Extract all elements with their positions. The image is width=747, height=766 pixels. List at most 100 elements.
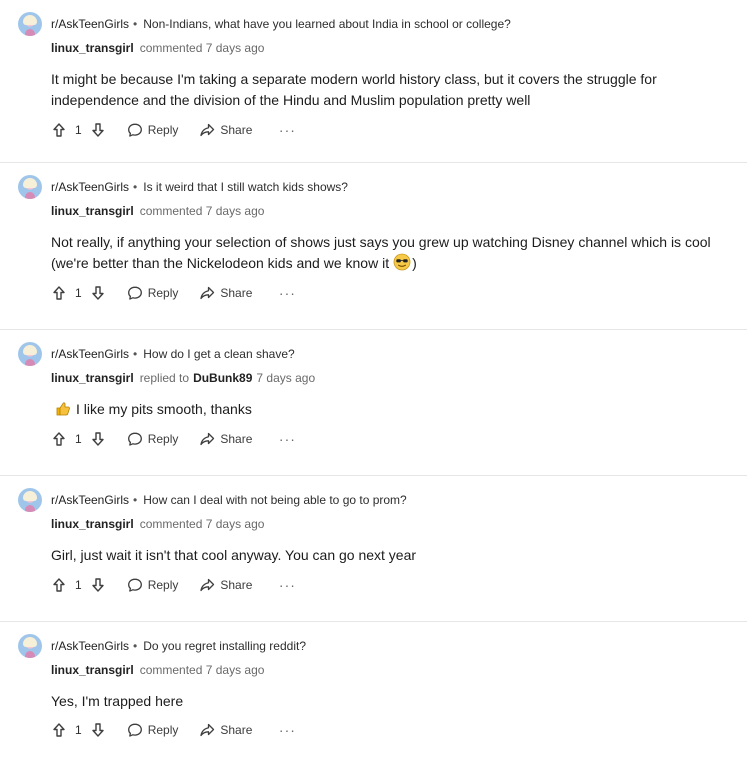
reply-icon [127, 122, 143, 138]
comment-action-label: commented [139, 204, 203, 218]
author-link[interactable]: linux_transgirl [51, 204, 134, 218]
timestamp: 7 days ago [205, 41, 265, 55]
share-label: Share [220, 723, 253, 737]
vote-controls: 1 [51, 285, 106, 301]
comment-card: r/AskTeenGirls • How do I get a clean shav… [0, 329, 747, 475]
upvote-icon[interactable] [51, 285, 67, 301]
more-options-icon[interactable]: ··· [279, 122, 295, 138]
share-icon [199, 431, 215, 447]
reply-button[interactable]: Reply [127, 122, 179, 138]
author-link[interactable]: linux_transgirl [51, 371, 134, 385]
share-button[interactable]: Share [199, 285, 252, 301]
comment-action-label: commented [139, 41, 203, 55]
reply-label: Reply [147, 432, 179, 446]
author-line: linux_transgirl commented 7 days ago [51, 516, 264, 532]
share-button[interactable]: Share [199, 722, 252, 738]
more-options-icon[interactable]: ··· [279, 285, 295, 301]
comment-actions: 1 Reply Share ··· [51, 120, 295, 140]
share-icon [199, 285, 215, 301]
comment-card: r/AskTeenGirls • Do you regret installing … [0, 621, 747, 766]
subreddit-link[interactable]: r/AskTeenGirls [51, 180, 129, 194]
comment-action-label: commented [139, 663, 203, 677]
comment-text-after-emoji: ) [412, 255, 417, 271]
upvote-icon[interactable] [51, 431, 67, 447]
reply-target-link[interactable]: DuBunk89 [193, 371, 252, 385]
vote-count: 1 [75, 578, 82, 592]
vote-count: 1 [75, 723, 82, 737]
comment-meta: r/AskTeenGirls • Non-Indians, what have yo… [51, 16, 511, 32]
reply-label: Reply [147, 123, 179, 137]
comment-actions: 1 Reply Share ··· [51, 720, 295, 740]
reply-button[interactable]: Reply [127, 431, 179, 447]
share-icon [199, 722, 215, 738]
comment-action-label: replied to [139, 371, 190, 385]
comment-text: I like my pits smooth, thanks [76, 401, 252, 417]
vote-controls: 1 [51, 722, 106, 738]
upvote-icon[interactable] [51, 577, 67, 593]
comment-action-label: commented [139, 517, 203, 531]
author-line: linux_transgirl commented 7 days ago [51, 40, 264, 56]
subreddit-link[interactable]: r/AskTeenGirls [51, 347, 129, 361]
author-link[interactable]: linux_transgirl [51, 517, 134, 531]
more-options-icon[interactable]: ··· [279, 431, 295, 447]
comment-body: I like my pits smooth, thanks [51, 399, 721, 423]
downvote-icon[interactable] [90, 431, 106, 447]
author-link[interactable]: linux_transgirl [51, 41, 134, 55]
reply-icon [127, 722, 143, 738]
separator-dot: • [133, 347, 138, 361]
avatar[interactable] [18, 634, 42, 658]
avatar[interactable] [18, 342, 42, 366]
comment-card: r/AskTeenGirls • Is it weird that I still … [0, 162, 747, 329]
downvote-icon[interactable] [90, 577, 106, 593]
separator-dot: • [133, 639, 138, 653]
sunglasses-face-icon [393, 253, 411, 277]
comment-meta: r/AskTeenGirls • How can I deal with not b… [51, 492, 407, 508]
post-title-link[interactable]: How do I get a clean shave? [143, 347, 294, 361]
timestamp: 7 days ago [205, 663, 265, 677]
vote-count: 1 [75, 123, 82, 137]
upvote-icon[interactable] [51, 122, 67, 138]
reply-label: Reply [147, 286, 179, 300]
share-icon [199, 122, 215, 138]
reply-label: Reply [147, 578, 179, 592]
reply-icon [127, 431, 143, 447]
post-title-link[interactable]: How can I deal with not being able to go… [143, 493, 407, 507]
comment-body: Not really, if anything your selection o… [51, 232, 721, 277]
subreddit-link[interactable]: r/AskTeenGirls [51, 493, 129, 507]
vote-controls: 1 [51, 431, 106, 447]
vote-controls: 1 [51, 577, 106, 593]
reply-button[interactable]: Reply [127, 285, 179, 301]
comment-body: It might be because I'm taking a separat… [51, 71, 657, 108]
post-title-link[interactable]: Is it weird that I still watch kids show… [143, 180, 348, 194]
comment-body: Girl, just wait it isn't that cool anywa… [51, 547, 417, 563]
share-button[interactable]: Share [199, 577, 252, 593]
reply-icon [127, 285, 143, 301]
subreddit-link[interactable]: r/AskTeenGirls [51, 17, 129, 31]
reply-button[interactable]: Reply [127, 722, 179, 738]
comment-text-before-emoji: Not really, if anything your selection o… [51, 234, 711, 271]
comment-body: Yes, I'm trapped here [51, 693, 184, 709]
share-button[interactable]: Share [199, 122, 252, 138]
downvote-icon[interactable] [90, 722, 106, 738]
post-title-link[interactable]: Do you regret installing reddit? [143, 639, 306, 653]
more-options-icon[interactable]: ··· [279, 722, 295, 738]
comment-card: r/AskTeenGirls • How can I deal with not b… [0, 475, 747, 621]
author-link[interactable]: linux_transgirl [51, 663, 134, 677]
upvote-icon[interactable] [51, 722, 67, 738]
separator-dot: • [133, 17, 138, 31]
comment-card: r/AskTeenGirls • Non-Indians, what have yo… [0, 0, 747, 162]
reply-label: Reply [147, 723, 179, 737]
avatar[interactable] [18, 175, 42, 199]
avatar[interactable] [18, 12, 42, 36]
timestamp: 7 days ago [256, 371, 316, 385]
downvote-icon[interactable] [90, 285, 106, 301]
share-button[interactable]: Share [199, 431, 252, 447]
reply-button[interactable]: Reply [127, 577, 179, 593]
comment-meta: r/AskTeenGirls • How do I get a clean shav… [51, 346, 295, 362]
post-title-link[interactable]: Non-Indians, what have you learned about… [143, 17, 511, 31]
avatar[interactable] [18, 488, 42, 512]
more-options-icon[interactable]: ··· [279, 577, 295, 593]
subreddit-link[interactable]: r/AskTeenGirls [51, 639, 129, 653]
downvote-icon[interactable] [90, 122, 106, 138]
separator-dot: • [133, 493, 138, 507]
